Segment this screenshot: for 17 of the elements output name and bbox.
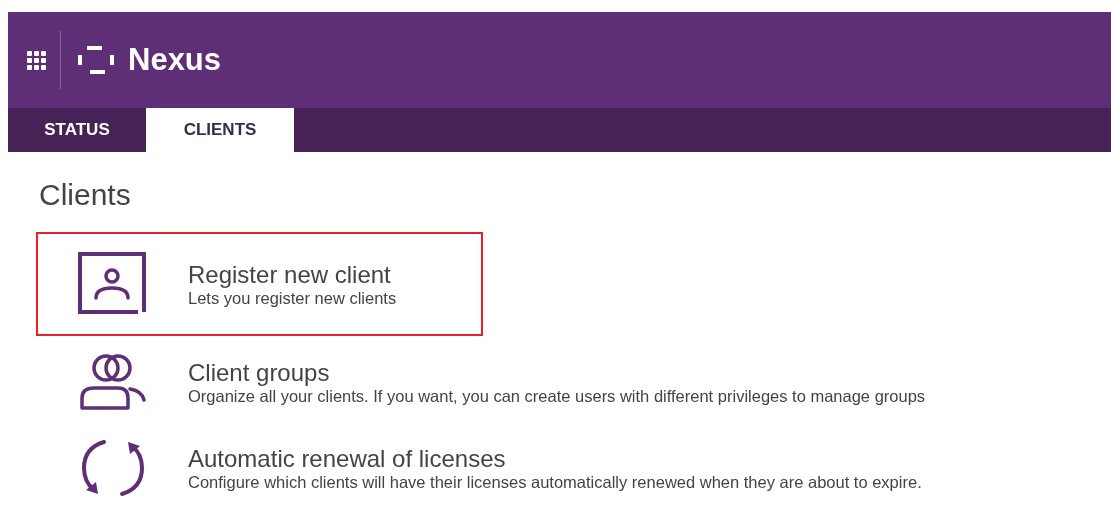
menu-item[interactable]: Register new client Lets you register new clients [36,232,483,336]
item-title: Automatic renewal of licenses [188,444,507,473]
users-icon [78,352,148,412]
menu-item[interactable]: Client groups Organize all your clients. If you want, you can create users with different privileges to manage groups [36,342,932,422]
item-description: Organize all your clients. If you want, you can create users with different privileges to manage groups [188,386,926,406]
logo-icon [78,46,114,74]
item-description: Configure which clients will have their licenses automatically renewed when they are about to expire. [188,472,922,492]
app-grid-icon[interactable] [27,50,46,70]
item-title: Client groups [188,358,331,387]
user-card-icon [78,252,148,316]
item-title: Register new client [188,260,392,289]
tab[interactable]: STATUS [8,108,146,152]
app-name: Nexus [128,42,222,78]
item-description: Lets you register new clients [188,288,397,308]
page-title: Clients [39,178,132,212]
tab[interactable]: CLIENTS [146,108,294,152]
menu-item[interactable]: Automatic renewal of licenses Configure which clients will have their licenses automatically renewed when they are about to expire. [36,428,928,508]
